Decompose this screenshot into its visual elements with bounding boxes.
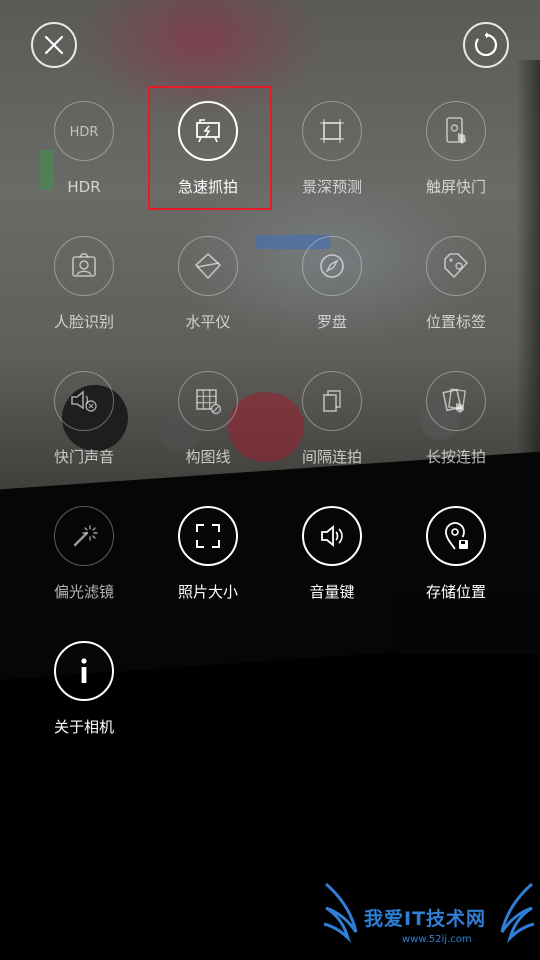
setting-touch-shutter[interactable]: 触屏快门 — [396, 101, 516, 211]
setting-hdr[interactable]: HDR HDR — [24, 101, 144, 211]
setting-circle — [302, 506, 362, 566]
level-icon — [193, 251, 223, 281]
watermark-url: www.52ij.com — [402, 934, 472, 945]
setting-label: 罗盘 — [316, 313, 347, 331]
setting-label: 水平仪 — [185, 313, 231, 331]
grid-lines-icon — [194, 387, 222, 415]
setting-circle — [302, 371, 362, 431]
hdr-icon: HDR — [64, 121, 104, 141]
face-detect-icon — [70, 252, 98, 280]
setting-circle — [426, 371, 486, 431]
setting-label: 构图线 — [185, 448, 231, 466]
setting-storage-location[interactable]: 存储位置 — [396, 506, 516, 616]
setting-face-detect[interactable]: 人脸识别 — [24, 236, 144, 346]
setting-grid-lines[interactable]: 构图线 — [148, 371, 268, 481]
watermark-text: 我爱IT技术网 — [364, 908, 487, 930]
compass-icon — [318, 252, 346, 280]
shutter-sound-icon — [69, 387, 99, 415]
setting-label: 长按连拍 — [425, 448, 486, 466]
setting-circle — [54, 371, 114, 431]
setting-circle — [426, 101, 486, 161]
setting-long-press-burst[interactable]: 长按连拍 — [396, 371, 516, 481]
depth-of-field-icon — [318, 117, 346, 145]
setting-about-camera[interactable]: 关于相机 — [24, 641, 144, 751]
camera-settings-screen: HDR HDR 急速抓拍 景深预测 触屏快门 人脸识别 水平仪 罗盘 位置标签 … — [0, 0, 540, 960]
setting-circle — [54, 506, 114, 566]
setting-label: 偏光滤镜 — [53, 583, 114, 601]
reset-icon — [473, 32, 499, 58]
storage-location-icon — [442, 521, 470, 551]
setting-circle — [178, 101, 238, 161]
setting-label: 存储位置 — [425, 583, 486, 601]
hdr-icon-text: HDR — [70, 125, 99, 140]
polarizer-icon — [70, 522, 98, 550]
long-press-burst-icon — [441, 386, 471, 416]
touch-shutter-icon — [443, 116, 469, 146]
setting-circle — [178, 506, 238, 566]
setting-label: 音量键 — [309, 583, 355, 601]
setting-interval-burst[interactable]: 间隔连拍 — [272, 371, 392, 481]
setting-label: 景深预测 — [301, 178, 362, 196]
close-icon — [43, 34, 65, 56]
reset-button[interactable] — [463, 22, 509, 68]
setting-label: 快门声音 — [53, 448, 114, 466]
setting-location-tag[interactable]: 位置标签 — [396, 236, 516, 346]
setting-circle — [54, 236, 114, 296]
setting-compass[interactable]: 罗盘 — [272, 236, 392, 346]
setting-circle: HDR — [54, 101, 114, 161]
info-icon — [78, 657, 90, 685]
setting-label: 照片大小 — [177, 583, 238, 601]
setting-label: 人脸识别 — [53, 313, 114, 331]
setting-circle — [178, 236, 238, 296]
setting-circle — [302, 101, 362, 161]
setting-level[interactable]: 水平仪 — [148, 236, 268, 346]
location-tag-icon — [442, 251, 470, 281]
setting-circle — [54, 641, 114, 701]
setting-label: 位置标签 — [425, 313, 486, 331]
setting-label: 触屏快门 — [425, 178, 486, 196]
setting-circle — [178, 371, 238, 431]
volume-key-icon — [318, 522, 346, 550]
setting-label: 关于相机 — [53, 718, 114, 736]
setting-label: HDR — [67, 178, 101, 196]
close-button[interactable] — [31, 22, 77, 68]
setting-label: 间隔连拍 — [301, 448, 362, 466]
setting-depth-of-field[interactable]: 景深预测 — [272, 101, 392, 211]
quick-snap-icon — [193, 117, 223, 145]
setting-circle — [426, 506, 486, 566]
setting-shutter-sound[interactable]: 快门声音 — [24, 371, 144, 481]
setting-label: 急速抓拍 — [177, 178, 238, 196]
watermark: 我爱IT技术网 www.52ij.com — [322, 880, 536, 956]
interval-burst-icon — [319, 387, 345, 415]
setting-volume-key[interactable]: 音量键 — [272, 506, 392, 616]
photo-size-icon — [194, 522, 222, 550]
setting-photo-size[interactable]: 照片大小 — [148, 506, 268, 616]
setting-circle — [426, 236, 486, 296]
setting-quick-snap[interactable]: 急速抓拍 — [148, 101, 268, 211]
setting-circle — [302, 236, 362, 296]
setting-polarizer[interactable]: 偏光滤镜 — [24, 506, 144, 616]
settings-overlay: HDR HDR 急速抓拍 景深预测 触屏快门 人脸识别 水平仪 罗盘 位置标签 … — [0, 0, 540, 960]
